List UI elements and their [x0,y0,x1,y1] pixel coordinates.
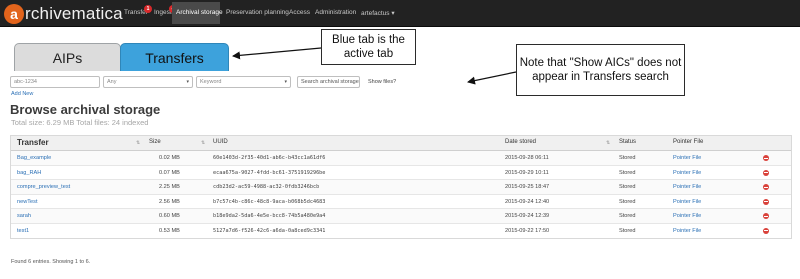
pointer-file-link[interactable]: Pointer File [673,184,701,190]
transfer-date-stored: 2015-09-28 06:11 [505,155,549,161]
transfers-table: Transfer ⇅ Size ⇅ UUID Date stored ⇅ Sta… [10,135,792,239]
sort-icon[interactable]: ⇅ [201,140,205,146]
transfer-name-link[interactable]: sarah [17,213,31,219]
delete-icon[interactable] [763,184,769,190]
transfer-date-stored: 2015-09-22 17:50 [505,227,550,234]
delete-icon[interactable] [763,155,769,161]
delete-icon[interactable] [763,213,769,219]
field-select-value: Keyword [200,79,222,85]
column-header-status[interactable]: Status [619,139,636,145]
transfer-name-link[interactable]: newTest [17,199,38,205]
search-button-label: Search archival storage [301,79,359,85]
table-body: Bag_example 0.02 MB 60e1403d-2f35-40d1-a… [11,151,791,238]
aics-callout-arrow [467,71,517,85]
transfer-size: 2.25 MB [159,184,180,190]
chevron-down-icon: ▾ [186,79,189,85]
transfer-status: Stored [619,213,636,219]
pointer-file-link[interactable]: Pointer File [673,199,701,205]
transfer-size: 2.56 MB [159,198,180,205]
transfer-uuid: 5127a7d6-f526-42c6-a6da-0a8ced9c3341 [213,227,326,234]
pointer-file-link[interactable]: Pointer File [673,213,701,219]
transfer-status: Stored [619,184,636,190]
table-row: sarah 0.60 MB b18e9da2-5da6-4e5e-bcc8-74… [11,209,791,224]
storage-summary: Total size: 6.29 MB Total files: 24 inde… [11,118,149,127]
table-row: test1 0.53 MB 5127a7d6-f526-42c6-a6da-0a… [11,224,791,239]
transfer-name-link[interactable]: Bag_example [17,155,51,161]
pointer-file-link[interactable]: Pointer File [673,155,701,161]
search-query-value: abc-1234 [14,79,37,85]
search-query-input[interactable]: abc-1234 [10,76,100,88]
transfer-size: 0.02 MB [159,155,180,161]
table-header-row: Transfer ⇅ Size ⇅ UUID Date stored ⇅ Sta… [11,136,791,151]
transfer-uuid: b7c57c4b-c86c-48c8-9aca-b068b5dc4683 [213,198,326,205]
transfer-status: Stored [619,155,636,161]
transfer-name-link[interactable]: bag_RAH [17,170,41,176]
transfer-name-link[interactable]: test1 [17,228,29,234]
transfer-size: 0.60 MB [159,213,180,219]
page-title: Browse archival storage [10,102,161,117]
table-row: bag_RAH 0.07 MB ecaa675a-9027-4fdd-bc61-… [11,166,791,180]
transfer-status: Stored [619,227,636,234]
sort-icon[interactable]: ⇅ [136,140,140,146]
transfer-size: 0.07 MB [159,169,180,176]
column-header-pointer-file[interactable]: Pointer File [673,139,703,145]
table-row: compre_preview_test 2.25 MB cdb23d2-ac59… [11,180,791,195]
tab-callout-arrow [232,47,322,60]
transfer-uuid: b18e9da2-5da6-4e5e-bcc8-74b5a480e9a4 [213,213,326,219]
table-row: Bag_example 0.02 MB 60e1403d-2f35-40d1-a… [11,151,791,166]
delete-icon[interactable] [763,227,769,234]
delete-icon[interactable] [763,169,769,176]
add-new-link[interactable]: Add New [11,91,33,97]
show-files-toggle[interactable]: Show files? [364,76,400,88]
transfer-name-link[interactable]: compre_preview_test [17,184,70,190]
transfer-date-stored: 2015-09-29 10:11 [505,169,549,176]
transfer-status: Stored [619,198,636,205]
column-header-date[interactable]: Date stored [505,139,536,145]
column-header-transfer[interactable]: Transfer [17,138,49,147]
pointer-file-link[interactable]: Pointer File [673,170,701,176]
pointer-file-link[interactable]: Pointer File [673,228,701,234]
sort-icon[interactable]: ⇅ [606,140,610,146]
transfer-date-stored: 2015-09-24 12:40 [505,198,550,205]
search-field-select[interactable]: Keyword ▾ [196,76,291,88]
callout-active-tab-note: Blue tab is the active tab [321,29,416,65]
transfer-date-stored: 2015-09-25 18:47 [505,184,550,190]
column-header-uuid[interactable]: UUID [213,139,228,145]
transfer-uuid: cdb23d2-ac59-4988-ac32-0fdb3246bcb [213,184,320,190]
transfer-status: Stored [619,169,636,176]
transfer-date-stored: 2015-09-24 12:39 [505,213,550,219]
table-entries-info: Found 6 entries. Showing 1 to 6. [11,259,91,265]
column-header-size[interactable]: Size [149,139,161,145]
search-operator-select[interactable]: Any ▾ [103,76,193,88]
delete-icon[interactable] [763,198,769,205]
table-row: newTest 2.56 MB b7c57c4b-c86c-48c8-9aca-… [11,195,791,209]
search-archival-storage-button[interactable]: Search archival storage [297,76,360,88]
show-files-label: Show files? [368,79,397,85]
operator-select-value: Any [107,79,117,85]
callout-show-aics-note: Note that "Show AICs" does not appear in… [516,44,685,96]
transfer-uuid: 60e1403d-2f35-40d1-ab6c-b43cc1a61df6 [213,155,326,161]
transfer-uuid: ecaa675a-9027-4fdd-bc61-3751919296be [213,169,326,176]
chevron-down-icon: ▾ [284,79,287,85]
transfer-size: 0.53 MB [159,227,180,234]
